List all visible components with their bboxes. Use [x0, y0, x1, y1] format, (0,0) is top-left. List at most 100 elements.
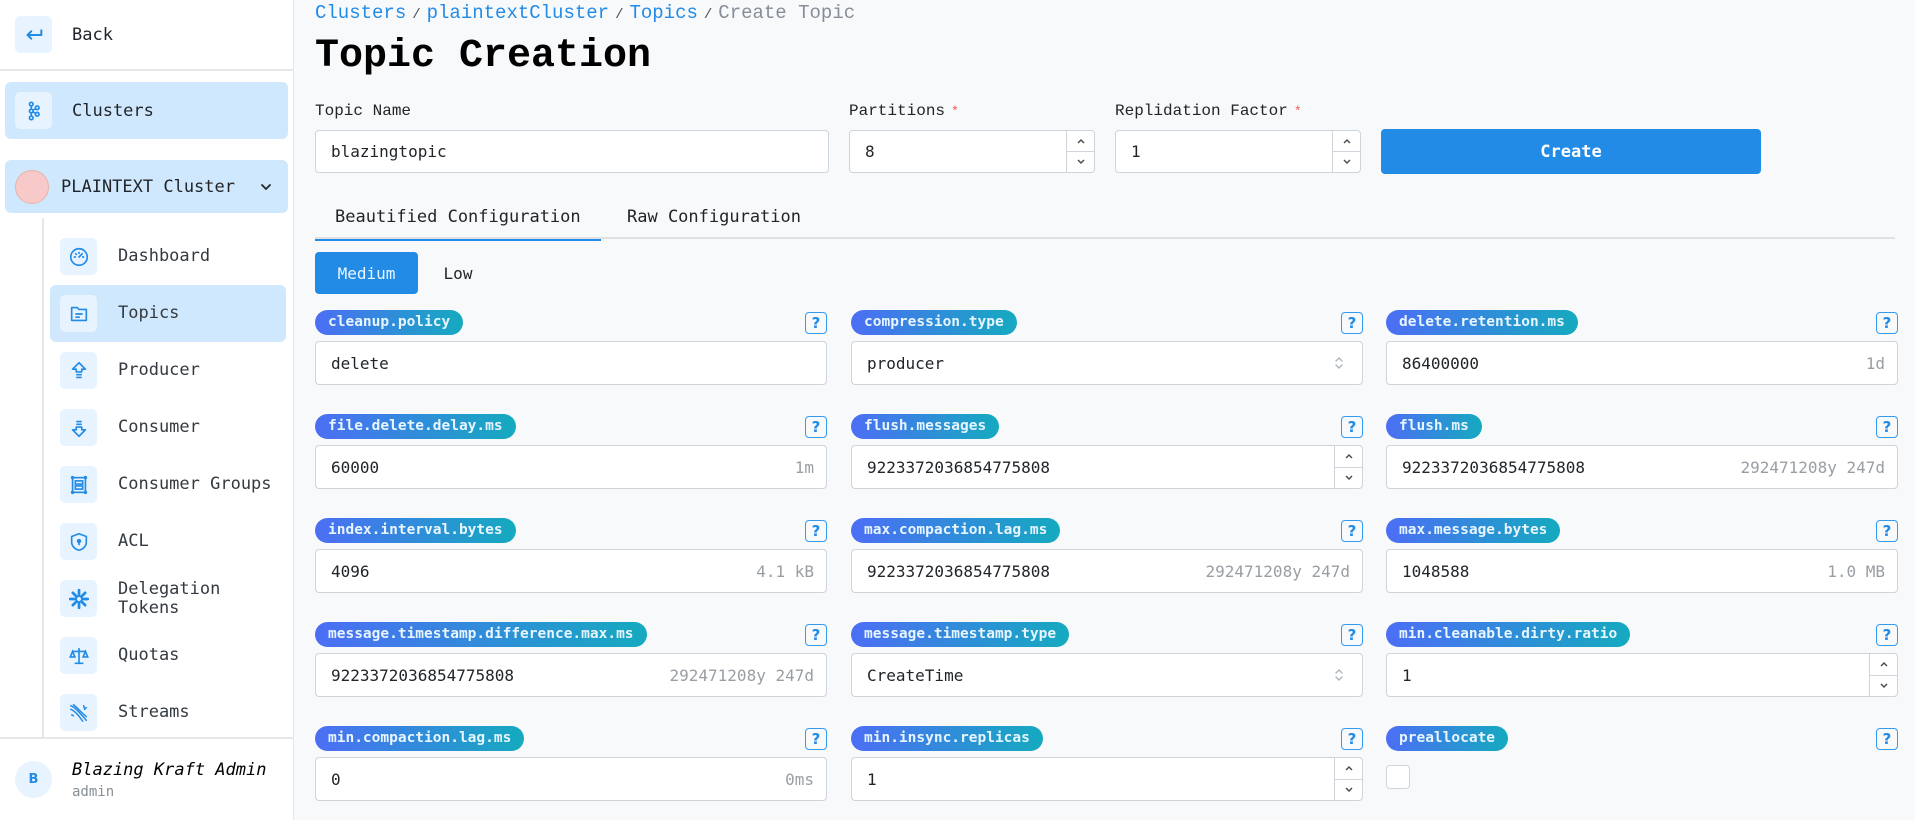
config-key-badge: flush.messages [851, 414, 1000, 439]
config-key-badge: max.compaction.lag.ms [851, 518, 1061, 543]
config-value-hint: 1d [1865, 353, 1885, 373]
config-value-input[interactable] [852, 654, 1332, 696]
help-icon[interactable]: ? [805, 520, 827, 542]
config-value-input[interactable] [316, 550, 757, 592]
help-icon[interactable]: ? [1876, 416, 1898, 438]
config-value-input[interactable] [316, 758, 786, 800]
breadcrumb-topics[interactable]: Topics [629, 2, 697, 24]
config-value-input[interactable] [316, 342, 826, 384]
config-flush-ms: flush.ms? 292471208y 247d [1386, 414, 1898, 504]
config-value-input[interactable] [1387, 550, 1828, 592]
importance-medium-button[interactable]: Medium [315, 252, 418, 294]
partitions-input[interactable] [850, 131, 1066, 172]
sidebar-item-topics[interactable]: Topics [50, 285, 286, 342]
help-icon[interactable]: ? [1341, 520, 1363, 542]
sidebar-item-producer[interactable]: Producer [50, 342, 286, 399]
config-index-interval-bytes: index.interval.bytes? 4.1 kB [315, 518, 827, 608]
config-value-input[interactable] [1387, 654, 1869, 696]
sidebar-item-quotas[interactable]: Quotas [50, 627, 286, 684]
sidebar-item-consumer[interactable]: Consumer [50, 399, 286, 456]
sidebar-item-delegation-tokens[interactable]: Delegation Tokens [50, 570, 286, 627]
config-field [851, 653, 1363, 697]
avatar: B [15, 761, 52, 798]
help-icon[interactable]: ? [805, 312, 827, 334]
config-value-input[interactable] [852, 446, 1334, 488]
tab-beautified-configuration[interactable]: Beautified Configuration [315, 194, 601, 241]
config-max-message-bytes: max.message.bytes? 1.0 MB [1386, 518, 1898, 608]
sidebar-item-label: Consumer Groups [118, 474, 272, 494]
sidebar-item-label: Quotas [118, 645, 180, 665]
clusters-icon [15, 92, 52, 129]
cluster-name: PLAINTEXT Cluster [61, 176, 235, 197]
config-value-hint: 1.0 MB [1827, 561, 1885, 581]
config-checkbox[interactable] [1386, 765, 1410, 789]
page-title: Topic Creation [315, 34, 652, 79]
sidebar-item-acl[interactable]: ACL [50, 513, 286, 570]
create-button[interactable]: Create [1381, 129, 1761, 174]
asterisk-icon [60, 580, 97, 617]
help-icon[interactable]: ? [1341, 624, 1363, 646]
config-field [851, 445, 1363, 489]
breadcrumb-separator: / [615, 7, 624, 23]
tab-raw-configuration[interactable]: Raw Configuration [607, 194, 821, 239]
sidebar-item-clusters[interactable]: Clusters [5, 82, 288, 139]
importance-low-button[interactable]: Low [418, 252, 498, 294]
config-value-input[interactable] [1387, 342, 1866, 384]
config-value-input[interactable] [316, 446, 795, 488]
increment-button[interactable] [1067, 131, 1094, 152]
breadcrumb-clusters[interactable]: Clusters [315, 2, 406, 24]
sidebar-item-streams[interactable]: Streams [50, 684, 286, 741]
config-value-input[interactable] [852, 550, 1206, 592]
help-icon[interactable]: ? [805, 624, 827, 646]
config-max-compaction-lag-ms: max.compaction.lag.ms? 292471208y 247d [851, 518, 1363, 608]
chevron-up-icon [1879, 662, 1888, 667]
config-value-input[interactable] [852, 758, 1334, 800]
help-icon[interactable]: ? [1341, 312, 1363, 334]
config-stepper [1869, 654, 1897, 696]
help-icon[interactable]: ? [1876, 624, 1898, 646]
help-icon[interactable]: ? [1876, 520, 1898, 542]
required-marker: * [951, 104, 959, 119]
decrement-button[interactable] [1333, 152, 1360, 172]
back-button[interactable]: Back [0, 0, 293, 71]
decrement-button[interactable] [1067, 152, 1094, 172]
config-value-input[interactable] [1387, 446, 1741, 488]
help-icon[interactable]: ? [1341, 728, 1363, 750]
breadcrumb-separator: / [412, 7, 421, 23]
config-key-badge: compression.type [851, 310, 1017, 335]
increment-button[interactable] [1335, 446, 1362, 468]
increment-button[interactable] [1333, 131, 1360, 152]
sidebar-item-dashboard[interactable]: Dashboard [50, 228, 286, 285]
config-key-badge: max.message.bytes [1386, 518, 1561, 543]
chevron-down-icon [1344, 475, 1353, 480]
help-icon[interactable]: ? [1876, 728, 1898, 750]
help-icon[interactable]: ? [805, 416, 827, 438]
config-key-badge: message.timestamp.difference.max.ms [315, 622, 647, 647]
clusters-label: Clusters [72, 100, 154, 121]
help-icon[interactable]: ? [1876, 312, 1898, 334]
partitions-field [849, 130, 1095, 173]
replication-factor-input[interactable] [1116, 131, 1332, 172]
config-delete-retention-ms: delete.retention.ms? 1d [1386, 310, 1898, 400]
cluster-selector[interactable]: PLAINTEXT Cluster [5, 160, 288, 213]
config-value-hint: 292471208y 247d [1205, 561, 1351, 581]
breadcrumb-cluster[interactable]: plaintextCluster [427, 2, 609, 24]
help-icon[interactable]: ? [805, 728, 827, 750]
decrement-button[interactable] [1335, 468, 1362, 489]
increment-button[interactable] [1870, 654, 1897, 676]
config-key-badge: min.insync.replicas [851, 726, 1043, 751]
config-key-badge: delete.retention.ms [1386, 310, 1578, 335]
config-value-input[interactable] [852, 342, 1332, 384]
increment-button[interactable] [1335, 758, 1362, 780]
config-value-hint: 0ms [785, 769, 814, 789]
partitions-stepper [1066, 131, 1094, 172]
help-icon[interactable]: ? [1341, 416, 1363, 438]
config-stepper [1334, 446, 1362, 488]
topic-name-input[interactable] [315, 130, 829, 173]
sidebar-item-consumer-groups[interactable]: Consumer Groups [50, 456, 286, 513]
decrement-button[interactable] [1870, 676, 1897, 697]
chevron-down-icon [1342, 159, 1351, 165]
config-value-input[interactable] [316, 654, 670, 696]
decrement-button[interactable] [1335, 780, 1362, 801]
user-profile[interactable]: B Blazing Kraft Admin admin [0, 737, 294, 820]
